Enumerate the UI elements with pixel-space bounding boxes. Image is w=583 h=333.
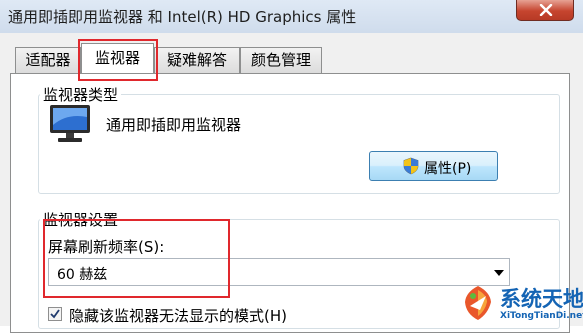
close-button[interactable] — [516, 0, 574, 21]
tab-color-management[interactable]: 颜色管理 — [240, 47, 322, 73]
properties-button-label: 属性(P) — [424, 161, 472, 177]
watermark-url: XiTongTianDi.net — [500, 311, 583, 321]
tab-adapter[interactable]: 适配器 — [15, 47, 81, 73]
title-bar: 通用即插即用监视器 和 Intel(R) HD Graphics 属性 — [0, 0, 583, 34]
monitor-name: 通用即插即用监视器 — [106, 116, 242, 134]
close-icon — [539, 4, 553, 16]
hide-modes-label: 隐藏该监视器无法显示的模式(H) — [69, 307, 287, 325]
dropdown-arrow-icon[interactable] — [494, 270, 504, 276]
tab-monitor[interactable]: 监视器 — [81, 43, 154, 73]
monitor-icon — [50, 105, 90, 142]
watermark-logo-icon — [465, 286, 491, 320]
watermark: 系统天地 XiTongTianDi.net — [457, 280, 583, 326]
properties-button[interactable]: 属性(P) — [369, 151, 498, 181]
checkmark-icon — [50, 309, 60, 319]
highlight-refresh-rate — [43, 219, 230, 298]
hide-modes-checkbox[interactable] — [48, 307, 62, 321]
monitor-type-group-title: 监视器类型 — [40, 84, 122, 105]
window-title: 通用即插即用监视器 和 Intel(R) HD Graphics 属性 — [8, 8, 357, 26]
watermark-title: 系统天地 — [500, 287, 583, 311]
shield-icon — [403, 157, 419, 175]
tab-troubleshoot[interactable]: 疑难解答 — [154, 47, 240, 73]
